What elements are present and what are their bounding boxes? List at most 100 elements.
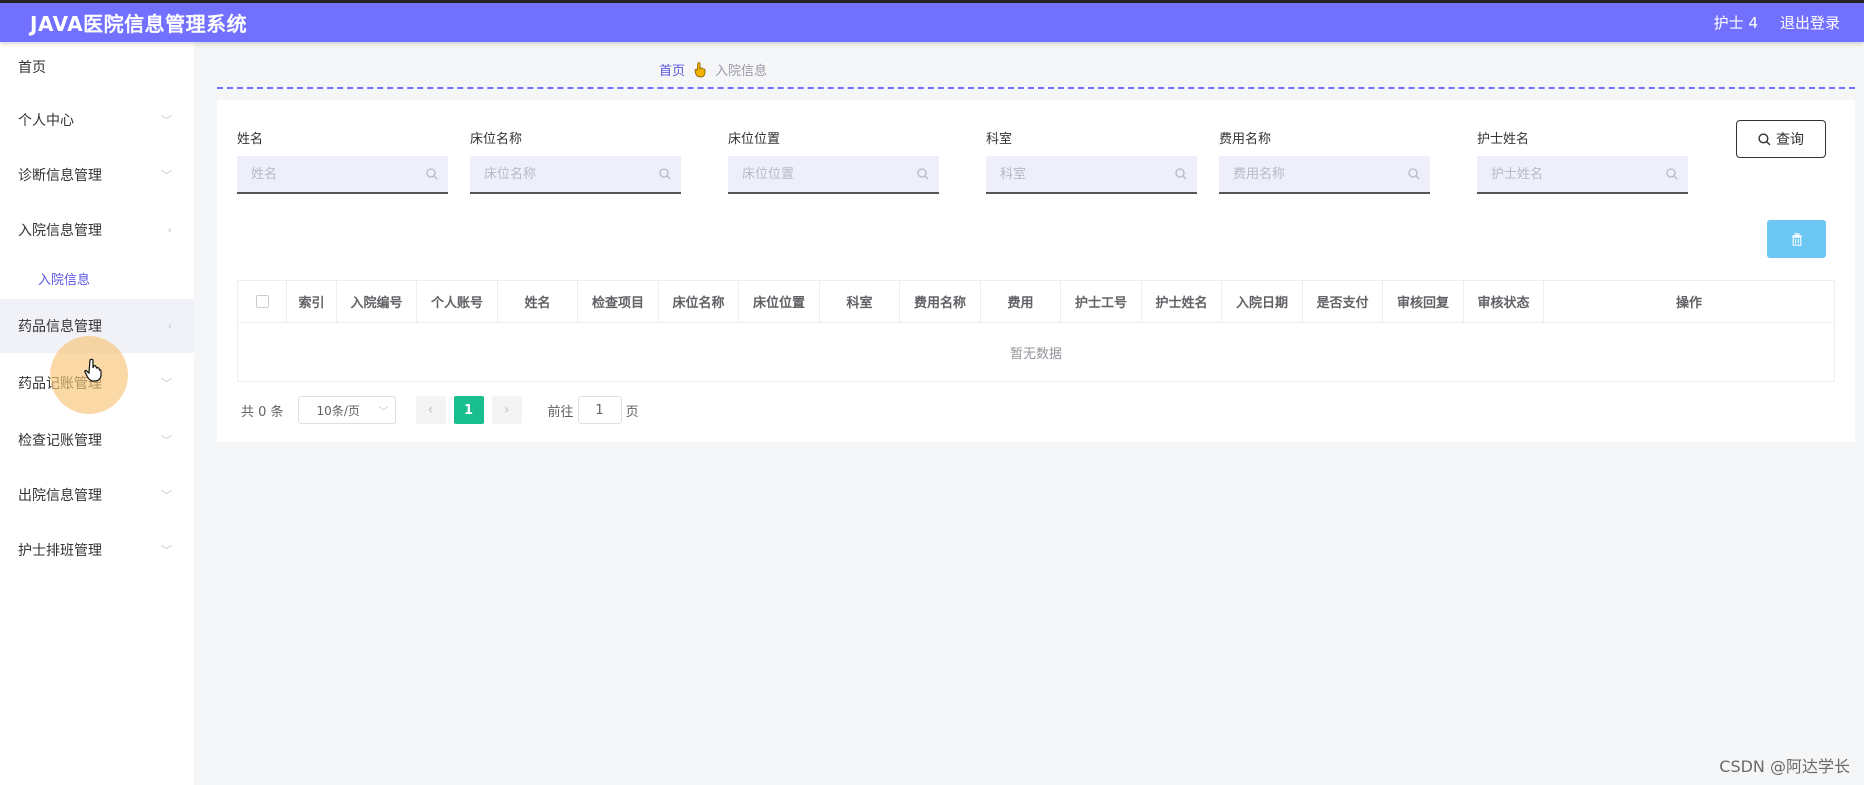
filter-label: 费用名称 [1219,132,1272,147]
chevron-down-icon: ﹀ [161,376,172,390]
column-header[interactable]: 索引 [287,281,337,322]
column-header[interactable]: 是否支付 [1303,281,1383,322]
filter-nurse-name: 护士姓名 [1477,128,1688,194]
chevron-left-icon: ‹ [427,402,434,418]
chevron-right-icon: › [503,402,510,418]
name-input[interactable] [251,166,411,182]
empty-state: 暂无数据 [1009,346,1062,362]
sidebar-item-label: 出院信息管理 [18,487,102,504]
column-header[interactable]: 护士姓名 [1142,281,1222,322]
filter-label: 床位名称 [470,132,523,147]
filter-bed-name: 床位名称 [470,128,681,194]
current-user[interactable]: 护士 4 [1714,12,1758,33]
breadcrumb-home[interactable]: 首页 [659,60,685,79]
delete-button[interactable] [1767,220,1826,258]
page-size-select[interactable]: 10条/页 ﹀ [297,396,396,424]
breadcrumb: 首页 入院信息 [659,60,767,79]
sidebar-item-admission[interactable]: 入院信息管理 ‹ [0,202,194,257]
column-header[interactable]: 床位位置 [739,281,820,322]
sidebar-subitem-admission-info[interactable]: 入院信息 [0,257,194,299]
column-header[interactable]: 床位名称 [659,281,739,322]
sidebar-item-medicine-billing[interactable]: 药品记账管理 ﹀ [0,353,194,412]
chevron-down-icon: ﹀ [161,488,172,502]
chevron-down-icon: ﹀ [161,543,172,557]
chevron-down-icon: ﹀ [161,433,172,447]
select-all-checkbox[interactable] [255,295,269,308]
filter-box [237,156,448,194]
filter-name: 姓名 [237,128,448,194]
filter-box [470,156,681,194]
chevron-down-icon: ﹀ [161,168,172,182]
data-table: 索引 入院编号 个人账号 姓名 检查项目 床位名称 床位位置 科室 费用名称 费… [237,280,1835,382]
bed-name-input[interactable] [484,166,644,182]
search-icon [1666,168,1678,180]
query-button[interactable]: 查询 [1736,120,1826,158]
column-header[interactable]: 费用 [981,281,1061,322]
query-button-label: 查询 [1776,132,1804,148]
prev-page-button[interactable]: ‹ [415,396,446,424]
sidebar-item-personal-center[interactable]: 个人中心 ﹀ [0,92,194,147]
column-header[interactable]: 入院编号 [337,281,417,322]
filter-department: 科室 [986,128,1197,194]
column-header[interactable]: 检查项目 [578,281,659,322]
sidebar-item-label: 个人中心 [18,112,74,129]
top-right-actions: 护士 4 退出登录 [1714,12,1840,33]
bed-location-input[interactable] [742,166,902,182]
column-header[interactable]: 护士工号 [1061,281,1142,322]
column-header[interactable]: 科室 [820,281,900,322]
goto-label: 前往 [547,404,574,420]
search-icon [1408,168,1420,180]
sidebar-item-label: 首页 [18,60,46,76]
filter-label: 护士姓名 [1477,132,1530,147]
filter-bed-location: 床位位置 [728,128,939,194]
trash-icon [1791,232,1802,246]
sidebar-item-label: 入院信息管理 [18,222,102,239]
chevron-left-icon: ‹ [167,223,172,236]
watermark: CSDN @阿达学长 [1719,757,1850,776]
goto-page-input[interactable] [577,396,622,424]
total-count: 共 0 条 [241,404,284,420]
search-icon [917,168,929,180]
search-icon [659,168,671,180]
sidebar-item-label: 护士排班管理 [18,542,102,559]
column-header[interactable]: 个人账号 [417,281,498,322]
divider [217,87,1855,89]
sidebar-item-exam-billing[interactable]: 检查记账管理 ﹀ [0,412,194,467]
sidebar-item-diagnosis[interactable]: 诊断信息管理 ﹀ [0,147,194,202]
search-icon [1175,168,1187,180]
search-icon [426,168,438,180]
next-page-button[interactable]: › [491,396,522,424]
filter-label: 科室 [986,132,1013,147]
sidebar-item-discharge[interactable]: 出院信息管理 ﹀ [0,467,194,522]
sidebar-item-medicine[interactable]: 药品信息管理 ‹ [0,299,194,353]
filter-box [1219,156,1430,194]
fee-name-input[interactable] [1233,166,1393,182]
page-size-value: 10条/页 [316,403,360,418]
sidebar-item-label: 药品记账管理 [18,375,102,392]
search-icon [1758,132,1771,145]
filter-box [986,156,1197,194]
top-navbar: JAVA医院信息管理系统 护士 4 退出登录 [0,0,1864,42]
logout-link[interactable]: 退出登录 [1780,12,1840,33]
column-header: 操作 [1675,296,1702,311]
filter-box [1477,156,1688,194]
pagination: 共 0 条 10条/页 ﹀ ‹ 1 › 前往 页 [241,396,639,424]
sidebar: 首页 个人中心 ﹀ 诊断信息管理 ﹀ 入院信息管理 ‹ 入院信息 药品信息管理 … [0,42,194,785]
sidebar-item-label: 检查记账管理 [18,432,102,449]
breadcrumb-current: 入院信息 [715,64,768,79]
select-all-cell [238,281,287,322]
column-header[interactable]: 费用名称 [900,281,981,322]
main-panel: 姓名 床位名称 床位位置 科室 费用名称 护士姓名 [217,100,1855,442]
column-header[interactable]: 姓名 [498,281,578,322]
column-header[interactable]: 审核状态 [1464,281,1544,322]
table-header: 索引 入院编号 个人账号 姓名 检查项目 床位名称 床位位置 科室 费用名称 费… [238,281,1834,323]
chevron-left-icon: ‹ [167,319,172,333]
page-number-current[interactable]: 1 [453,396,484,424]
column-header[interactable]: 审核回复 [1383,281,1464,322]
department-input[interactable] [1000,166,1160,182]
column-header[interactable]: 入院日期 [1222,281,1303,322]
app-title: JAVA医院信息管理系统 [30,12,248,36]
sidebar-item-nurse-schedule[interactable]: 护士排班管理 ﹀ [0,522,194,577]
nurse-name-input[interactable] [1491,166,1651,182]
sidebar-item-home[interactable]: 首页 [0,42,194,92]
